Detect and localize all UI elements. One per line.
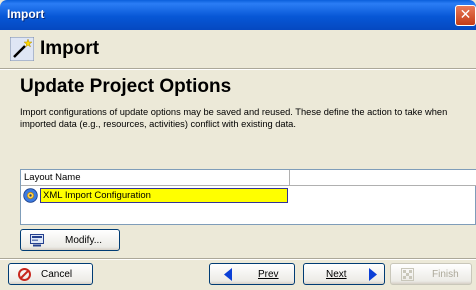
footer-divider xyxy=(0,258,476,260)
next-button[interactable]: Next xyxy=(303,263,385,285)
page-description: Import configurations of update options … xyxy=(20,107,448,129)
modify-icon xyxy=(30,234,44,247)
finish-button-label: Finish xyxy=(432,269,459,280)
table-header: Layout Name xyxy=(21,170,476,186)
wand-icon xyxy=(10,37,34,61)
modify-button-label: Modify... xyxy=(65,235,103,246)
wizard-header: Import xyxy=(0,30,476,68)
column-header-layout-name[interactable]: Layout Name xyxy=(24,172,81,183)
prev-button[interactable]: Prev xyxy=(209,263,295,285)
cancel-button[interactable]: Cancel xyxy=(8,263,93,285)
close-button[interactable]: ✕ xyxy=(455,5,476,26)
cancel-button-label: Cancel xyxy=(41,269,73,280)
prev-button-label: Prev xyxy=(258,269,279,280)
page-title: Update Project Options xyxy=(20,76,232,97)
import-dialog: Import ✕ Import Update Project Options I… xyxy=(0,0,476,290)
header-divider xyxy=(0,68,476,70)
table-row[interactable]: XML Import Configuration xyxy=(22,188,290,203)
modify-button[interactable]: Modify... xyxy=(20,229,120,251)
configuration-icon xyxy=(23,188,38,203)
cancel-icon xyxy=(18,268,31,281)
header-title: Import xyxy=(40,38,100,59)
layout-table[interactable]: Layout Name XML Import Configuration xyxy=(20,169,476,225)
finish-icon xyxy=(401,268,414,281)
window-title: Import xyxy=(7,7,45,21)
finish-button[interactable]: Finish xyxy=(390,263,472,285)
title-bar[interactable]: Import ✕ xyxy=(0,0,476,30)
arrow-left-icon xyxy=(224,268,232,281)
arrow-right-icon xyxy=(369,268,377,281)
row-label[interactable]: XML Import Configuration xyxy=(40,188,288,203)
column-divider[interactable] xyxy=(289,170,290,186)
next-button-label: Next xyxy=(326,269,347,280)
close-icon: ✕ xyxy=(459,7,472,23)
